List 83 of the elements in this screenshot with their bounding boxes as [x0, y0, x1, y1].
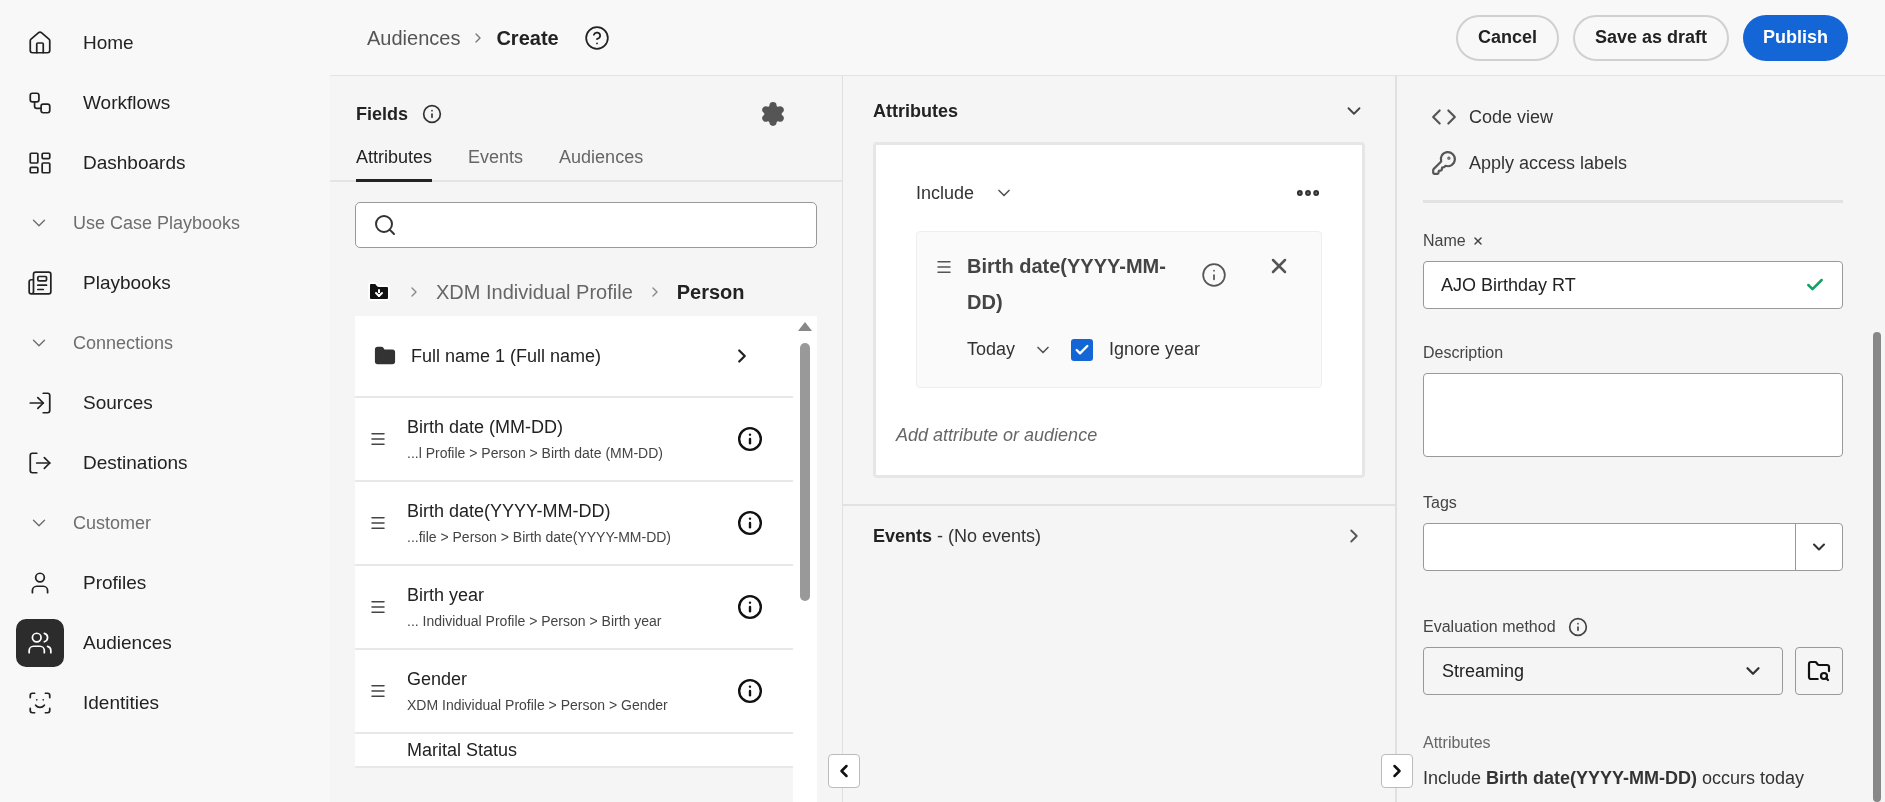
- field-label: Tags: [1423, 493, 1458, 513]
- help-icon[interactable]: [583, 24, 610, 51]
- info-icon[interactable]: [1567, 617, 1588, 637]
- section-title: Events - (No events): [873, 524, 1042, 548]
- nav-item[interactable]: Home: [0, 13, 330, 73]
- nav-item[interactable]: Dashboards: [0, 133, 330, 193]
- section-title: Attributes: [873, 99, 958, 123]
- field-label: Birth date (MM-DD): [407, 415, 564, 439]
- field-label: Name: [1423, 231, 1466, 251]
- field-path: ...l Profile > Person > Birth date (MM-DD): [407, 443, 664, 463]
- description-field[interactable]: [1423, 373, 1843, 457]
- field-label: Gender: [407, 667, 469, 691]
- drag-handle-icon[interactable]: [935, 258, 953, 276]
- folder-search-button[interactable]: [1795, 647, 1843, 695]
- field-row[interactable]: Gender XDM Individual Profile > Person > Gender: [355, 650, 793, 734]
- drag-handle-icon[interactable]: [369, 430, 387, 448]
- field-row[interactable]: Birth date (MM-DD) ...l Profile > Person > Birth date (MM-DD): [355, 398, 793, 482]
- summary-text: Include Birth date(YYYY-MM-DD) occurs today: [1423, 767, 1806, 790]
- breadcrumb-item: Person: [676, 280, 745, 305]
- tab[interactable]: Events: [468, 136, 524, 182]
- publish-button[interactable]: Publish: [1743, 14, 1848, 61]
- action-link[interactable]: Code view: [1423, 94, 1843, 140]
- tab[interactable]: Audiences: [559, 136, 644, 182]
- info-icon[interactable]: [737, 678, 763, 704]
- field-path: XDM Individual Profile > Person > Gender: [407, 695, 669, 715]
- folder-search-icon: [1807, 659, 1831, 683]
- field-label: Evaluation method: [1423, 617, 1556, 637]
- summary-label: Attributes: [1423, 733, 1492, 753]
- checkbox[interactable]: [1071, 338, 1094, 361]
- field-label: Birth date(YYYY-MM-DD): [407, 499, 612, 523]
- field-path: ... Individual Profile > Person > Birth year: [407, 611, 663, 631]
- field-label: Description: [1423, 343, 1505, 363]
- checkbox-label: Ignore year: [1109, 338, 1201, 361]
- field-row[interactable]: Birth date(YYYY-MM-DD) ...file > Person > Birth date(YYYY-MM-DD): [355, 482, 793, 566]
- secondary-button[interactable]: Cancel: [1455, 14, 1559, 61]
- info-icon[interactable]: [1201, 262, 1227, 288]
- add-attribute-field[interactable]: Add attribute or audience: [896, 422, 1322, 449]
- nav-item[interactable]: Destinations: [0, 433, 330, 493]
- breadcrumb-item[interactable]: Audiences: [367, 22, 461, 53]
- nav-item[interactable]: Identities: [0, 673, 330, 733]
- folder-icon[interactable]: [366, 280, 392, 304]
- users-icon: [16, 619, 64, 667]
- key-icon: [1431, 150, 1457, 176]
- field-path: ...file > Person > Birth date(YYYY-MM-DD): [407, 527, 673, 547]
- field-row[interactable]: Birth year ... Individual Profile > Person > Birth year: [355, 566, 793, 650]
- include-dropdown[interactable]: Include: [916, 179, 1015, 207]
- nav-item[interactable]: Sources: [0, 373, 330, 433]
- scrollbar[interactable]: [793, 316, 817, 802]
- folder-icon: [373, 345, 397, 367]
- drag-handle-icon[interactable]: [369, 514, 387, 532]
- field-label: Birth year: [407, 583, 486, 607]
- breadcrumb-item[interactable]: XDM Individual Profile: [436, 277, 633, 307]
- tab[interactable]: Attributes: [356, 136, 433, 182]
- name-field[interactable]: AJO Birthday RT: [1423, 261, 1843, 309]
- folder-row[interactable]: Full name 1 (Full name): [355, 316, 793, 398]
- tags-field[interactable]: [1423, 523, 1843, 571]
- search-field[interactable]: [355, 202, 817, 248]
- nav-item[interactable]: Workflows: [0, 73, 330, 133]
- section-heading: Connections: [73, 331, 174, 355]
- evaluation-dropdown[interactable]: Streaming: [1423, 647, 1783, 695]
- secondary-button[interactable]: Save as draft: [1572, 14, 1729, 61]
- expand-button[interactable]: [1381, 754, 1413, 788]
- search-icon: [373, 213, 397, 237]
- date-dropdown[interactable]: Today: [967, 336, 1054, 363]
- field-label: Marital Status: [407, 739, 519, 762]
- condition-title: Birth date(YYYY-MM-DD): [967, 254, 1167, 315]
- nav-item[interactable]: Playbooks: [0, 253, 330, 313]
- info-icon[interactable]: [737, 594, 763, 620]
- collapse-button[interactable]: [828, 754, 860, 788]
- nav-item[interactable]: Audiences: [0, 613, 330, 673]
- drag-handle-icon[interactable]: [369, 598, 387, 616]
- section-heading: Customer: [73, 511, 152, 535]
- drag-handle-icon[interactable]: [369, 682, 387, 700]
- field-row[interactable]: Marital Status: [355, 734, 793, 768]
- info-icon[interactable]: [422, 104, 442, 124]
- nav-item[interactable]: Profiles: [0, 553, 330, 613]
- row-label: Full name 1 (Full name): [411, 344, 603, 368]
- panel-title: Fields: [356, 102, 408, 126]
- breadcrumb-item: Create: [496, 25, 559, 51]
- info-icon[interactable]: [737, 426, 763, 452]
- action-link[interactable]: Apply access labels: [1423, 140, 1843, 186]
- info-icon[interactable]: [737, 510, 763, 536]
- section-heading: Use Case Playbooks: [73, 211, 241, 235]
